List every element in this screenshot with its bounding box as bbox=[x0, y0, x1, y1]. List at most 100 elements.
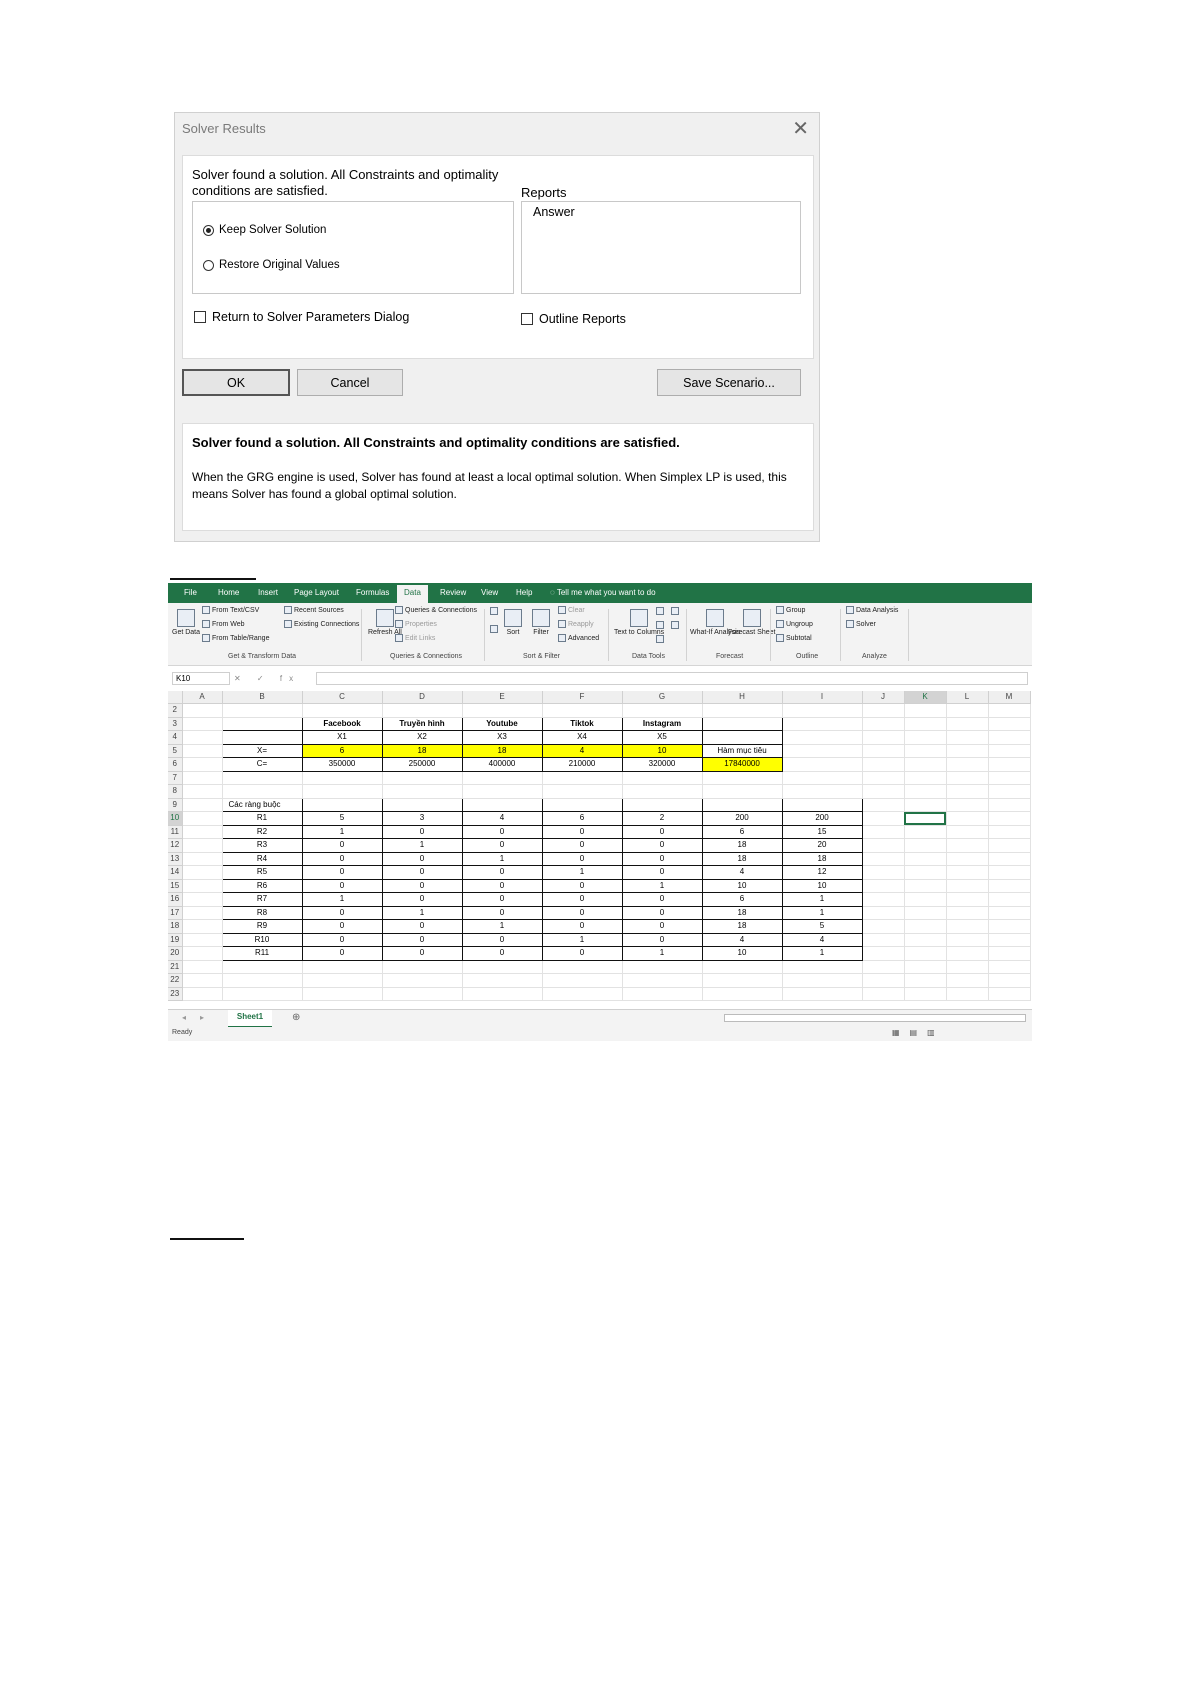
cell-d6[interactable]: 250000 bbox=[381, 757, 463, 772]
cell-g16[interactable]: 0 bbox=[621, 892, 703, 907]
radio-selected-icon[interactable] bbox=[203, 224, 214, 236]
cell-j18[interactable] bbox=[862, 919, 905, 934]
cell-l17[interactable] bbox=[946, 906, 989, 920]
cell-d22[interactable] bbox=[382, 973, 463, 988]
cell-f15[interactable]: 0 bbox=[541, 878, 623, 893]
sort-az-button[interactable] bbox=[490, 607, 498, 615]
cell-m3[interactable] bbox=[988, 717, 1031, 731]
cell-f5[interactable]: 4 bbox=[541, 743, 623, 758]
from-table-range-button[interactable]: From Table/Range bbox=[202, 634, 269, 642]
cell-e3[interactable]: Youtube bbox=[461, 716, 543, 731]
cell-l15[interactable] bbox=[946, 879, 989, 893]
cell-b19[interactable]: R10 bbox=[221, 932, 303, 947]
cell-h3[interactable] bbox=[701, 716, 783, 731]
row-header[interactable]: 5 bbox=[168, 744, 183, 758]
cell-c19[interactable]: 0 bbox=[301, 932, 383, 947]
remove-duplicates-button[interactable] bbox=[656, 621, 664, 629]
cell-m22[interactable] bbox=[988, 973, 1031, 988]
flash-fill-button[interactable] bbox=[656, 607, 664, 615]
tab-review[interactable]: Review bbox=[440, 588, 466, 597]
ok-button[interactable]: OK bbox=[182, 369, 290, 396]
cell-d5[interactable]: 18 bbox=[381, 743, 463, 758]
cell-i21[interactable] bbox=[782, 960, 863, 974]
cell-m16[interactable] bbox=[988, 892, 1031, 907]
cell-i23[interactable] bbox=[782, 987, 863, 1001]
cancel-button[interactable]: Cancel bbox=[297, 369, 403, 396]
cell-e4[interactable]: X3 bbox=[461, 730, 543, 745]
cell-d7[interactable] bbox=[382, 771, 463, 785]
cell-g14[interactable]: 0 bbox=[621, 865, 703, 880]
cell-j23[interactable] bbox=[862, 987, 905, 1001]
restore-values-option[interactable]: Restore Original Values bbox=[203, 259, 340, 271]
row-header[interactable]: 18 bbox=[168, 919, 183, 934]
cell-c8[interactable] bbox=[302, 784, 383, 799]
cell-j6[interactable] bbox=[862, 757, 905, 772]
cell-g17[interactable]: 0 bbox=[621, 905, 703, 920]
row-header[interactable]: 11 bbox=[168, 825, 183, 839]
data-validation-button[interactable] bbox=[656, 635, 664, 643]
cell-b8[interactable] bbox=[222, 784, 303, 799]
from-text-csv-button[interactable]: From Text/CSV bbox=[202, 606, 259, 614]
cell-g20[interactable]: 1 bbox=[621, 946, 703, 961]
cell-f23[interactable] bbox=[542, 987, 623, 1001]
cell-f22[interactable] bbox=[542, 973, 623, 988]
cell-c12[interactable]: 0 bbox=[301, 838, 383, 853]
cell-d14[interactable]: 0 bbox=[381, 865, 463, 880]
cell-j11[interactable] bbox=[862, 825, 905, 839]
cell-k20[interactable] bbox=[904, 946, 947, 961]
row-header[interactable]: 22 bbox=[168, 973, 183, 988]
add-sheet-icon[interactable]: ⊕ bbox=[292, 1012, 300, 1023]
column-header[interactable]: H bbox=[702, 691, 783, 704]
cell-d2[interactable] bbox=[382, 703, 463, 718]
cell-h7[interactable] bbox=[702, 771, 783, 785]
formula-input[interactable] bbox=[316, 672, 1028, 685]
cell-k10[interactable] bbox=[904, 811, 947, 826]
cell-d23[interactable] bbox=[382, 987, 463, 1001]
group-button[interactable]: Group bbox=[776, 606, 805, 614]
cell-j5[interactable] bbox=[862, 744, 905, 758]
row-header[interactable]: 23 bbox=[168, 987, 183, 1001]
cell-b11[interactable]: R2 bbox=[221, 824, 303, 839]
cell-j13[interactable] bbox=[862, 852, 905, 866]
cell-j17[interactable] bbox=[862, 906, 905, 920]
cell-e20[interactable]: 0 bbox=[461, 946, 543, 961]
cell-i15[interactable]: 10 bbox=[781, 878, 863, 893]
cell-a16[interactable] bbox=[182, 892, 223, 907]
cell-h5[interactable]: Hàm mục tiêu bbox=[701, 743, 783, 758]
cell-d16[interactable]: 0 bbox=[381, 892, 463, 907]
column-header[interactable]: M bbox=[988, 691, 1031, 704]
row-header[interactable]: 3 bbox=[168, 717, 183, 731]
checkbox-icon[interactable] bbox=[521, 313, 533, 325]
row-header[interactable]: 21 bbox=[168, 960, 183, 974]
cell-f19[interactable]: 1 bbox=[541, 932, 623, 947]
cell-k11[interactable] bbox=[904, 825, 947, 839]
cell-k13[interactable] bbox=[904, 852, 947, 866]
cell-m21[interactable] bbox=[988, 960, 1031, 974]
cell-d15[interactable]: 0 bbox=[381, 878, 463, 893]
cell-i3[interactable] bbox=[782, 717, 863, 731]
cell-f16[interactable]: 0 bbox=[541, 892, 623, 907]
row-header[interactable]: 17 bbox=[168, 906, 183, 920]
cell-c6[interactable]: 350000 bbox=[301, 757, 383, 772]
cell-e11[interactable]: 0 bbox=[461, 824, 543, 839]
cell-e9[interactable] bbox=[461, 797, 543, 812]
tab-formulas[interactable]: Formulas bbox=[356, 588, 389, 597]
view-mode-icons[interactable]: ▦▤▥ bbox=[892, 1028, 945, 1037]
cell-i20[interactable]: 1 bbox=[781, 946, 863, 961]
cell-d12[interactable]: 1 bbox=[381, 838, 463, 853]
cell-m7[interactable] bbox=[988, 771, 1031, 785]
recent-sources-button[interactable]: Recent Sources bbox=[284, 606, 344, 614]
cell-b5[interactable]: X= bbox=[221, 743, 303, 758]
cell-a17[interactable] bbox=[182, 906, 223, 920]
cell-a12[interactable] bbox=[182, 838, 223, 853]
cell-l10[interactable] bbox=[946, 811, 989, 826]
cell-i11[interactable]: 15 bbox=[781, 824, 863, 839]
cell-i14[interactable]: 12 bbox=[781, 865, 863, 880]
cell-h23[interactable] bbox=[702, 987, 783, 1001]
tab-insert[interactable]: Insert bbox=[258, 588, 278, 597]
cell-k4[interactable] bbox=[904, 730, 947, 745]
checkbox-icon[interactable] bbox=[194, 311, 206, 323]
row-header[interactable]: 12 bbox=[168, 838, 183, 853]
cell-c20[interactable]: 0 bbox=[301, 946, 383, 961]
cell-h17[interactable]: 18 bbox=[701, 905, 783, 920]
